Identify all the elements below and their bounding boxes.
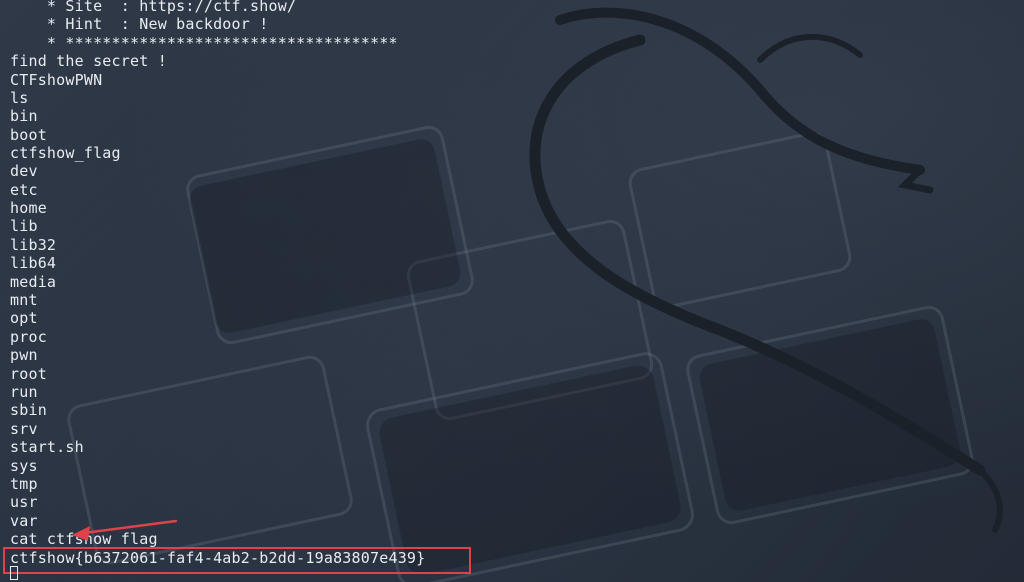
cat-command-line: cat ctfshow_flag [10, 530, 158, 548]
ls-output-entry: tmp [10, 475, 38, 493]
terminal-cursor [10, 566, 18, 580]
ls-output-entry: srv [10, 420, 38, 438]
ls-output-entry: media [10, 273, 57, 291]
ls-output-entry: opt [10, 309, 38, 327]
ls-output-entry: sbin [10, 401, 47, 419]
ls-output-entry: etc [10, 181, 38, 199]
ls-output-entry: proc [10, 328, 47, 346]
banner-stars-line: * ************************************ [10, 34, 398, 52]
prompt-message: find the secret ! [10, 52, 167, 70]
program-output: CTFshowPWN [10, 71, 103, 89]
ls-output-entry: sys [10, 457, 38, 475]
ls-output-entry: bin [10, 107, 38, 125]
command-line: ls [10, 89, 29, 107]
ls-output-entry: boot [10, 126, 47, 144]
ls-output-entry: dev [10, 162, 38, 180]
ls-output-entry: start.sh [10, 438, 84, 456]
terminal-window[interactable]: * Site : https://ctf.show/ * Hint : New … [0, 0, 1024, 582]
dragon-wallpaper [67, 7, 1003, 582]
ls-output-entry: root [10, 365, 47, 383]
ls-output-entry: ctfshow_flag [10, 144, 121, 162]
ls-output-entry: lib [10, 217, 38, 235]
ls-output-entry: run [10, 383, 38, 401]
ls-output-entry: lib32 [10, 236, 57, 254]
banner-hint-line: * Hint : New backdoor ! [10, 15, 269, 33]
ls-output-entry: pwn [10, 346, 38, 364]
ls-output-entry: home [10, 199, 47, 217]
ls-output-entry: lib64 [10, 254, 57, 272]
ls-output-entry: usr [10, 493, 38, 511]
flag-highlight-box [3, 547, 471, 574]
ls-output-entry: mnt [10, 291, 38, 309]
ls-output-entry: var [10, 512, 38, 530]
banner-site-line: * Site : https://ctf.show/ [10, 0, 297, 15]
